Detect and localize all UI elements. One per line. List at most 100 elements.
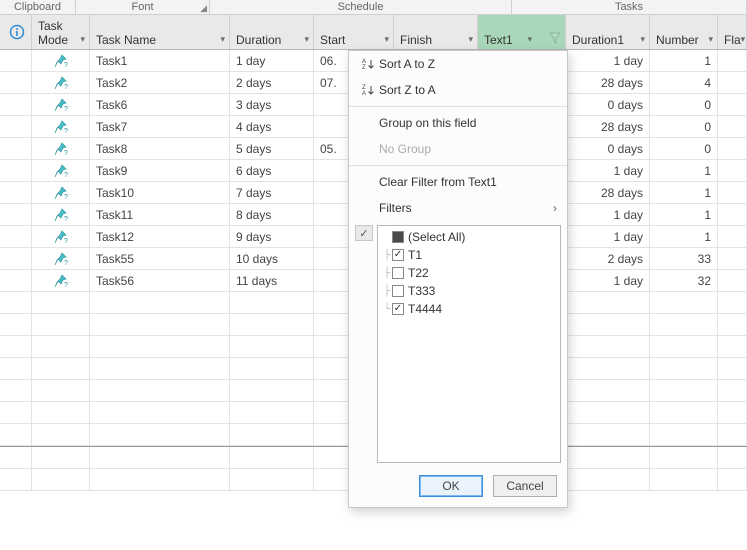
cell-fla[interactable]	[718, 270, 747, 291]
cell-duration[interactable]: 3 days	[230, 94, 314, 115]
dropdown-icon[interactable]: ▾	[468, 34, 473, 47]
column-header-duration1[interactable]: Duration1▾	[566, 15, 650, 49]
ok-button[interactable]: OK	[419, 475, 483, 497]
cell-fla[interactable]	[718, 182, 747, 203]
cell-fla[interactable]	[718, 402, 747, 423]
cell-fla[interactable]	[718, 50, 747, 71]
cell-duration[interactable]: 5 days	[230, 138, 314, 159]
filters-item[interactable]: Filters ›	[349, 195, 567, 221]
cell-fla[interactable]	[718, 380, 747, 401]
cell-mode[interactable]	[32, 469, 90, 490]
column-header-text1[interactable]: Text1▾	[478, 15, 566, 49]
cell-number[interactable]: 33	[650, 248, 718, 269]
column-header-fla[interactable]: Fla▾	[718, 15, 747, 49]
checkbox[interactable]: ✓	[392, 249, 404, 261]
cell-name[interactable]: Task12	[90, 226, 230, 247]
cell-info[interactable]	[0, 138, 32, 159]
cell-fla[interactable]	[718, 469, 747, 490]
cell-fla[interactable]	[718, 160, 747, 181]
column-header-start[interactable]: Start▾	[314, 15, 394, 49]
cell-mode[interactable]	[32, 358, 90, 379]
cell-fla[interactable]	[718, 314, 747, 335]
cell-mode[interactable]	[32, 447, 90, 468]
cell-mode[interactable]: ?	[32, 270, 90, 291]
cell-mode[interactable]	[32, 380, 90, 401]
cell-fla[interactable]	[718, 94, 747, 115]
cell-info[interactable]	[0, 72, 32, 93]
cell-mode[interactable]	[32, 292, 90, 313]
cell-info[interactable]	[0, 160, 32, 181]
cell-mode[interactable]	[32, 336, 90, 357]
cell-number[interactable]: 1	[650, 182, 718, 203]
dropdown-icon[interactable]: ▾	[741, 34, 746, 47]
cell-mode[interactable]: ?	[32, 182, 90, 203]
cell-info[interactable]	[0, 314, 32, 335]
cell-name[interactable]	[90, 424, 230, 445]
cell-fla[interactable]	[718, 72, 747, 93]
cell-name[interactable]: Task56	[90, 270, 230, 291]
cell-duration1[interactable]: 1 day	[566, 50, 650, 71]
filter-checklist[interactable]: (Select All)├✓T1├T22├T333└✓T4444	[377, 225, 561, 463]
cell-name[interactable]: Task7	[90, 116, 230, 137]
dropdown-icon[interactable]: ▾	[528, 34, 533, 47]
cell-duration1[interactable]: 1 day	[566, 270, 650, 291]
cell-info[interactable]	[0, 447, 32, 468]
dropdown-icon[interactable]: ▾	[384, 34, 389, 47]
checkbox[interactable]	[392, 231, 404, 243]
cell-number[interactable]: 1	[650, 50, 718, 71]
cell-info[interactable]	[0, 226, 32, 247]
cell-duration[interactable]	[230, 380, 314, 401]
column-header-name[interactable]: Task Name▾	[90, 15, 230, 49]
cell-name[interactable]	[90, 358, 230, 379]
group-on-item[interactable]: Group on this field	[349, 110, 567, 136]
cell-duration1[interactable]: 2 days	[566, 248, 650, 269]
cell-info[interactable]	[0, 336, 32, 357]
column-header-info[interactable]	[0, 15, 32, 49]
cell-info[interactable]	[0, 182, 32, 203]
cell-mode[interactable]	[32, 402, 90, 423]
cell-duration[interactable]	[230, 292, 314, 313]
cell-duration1[interactable]	[566, 314, 650, 335]
cell-mode[interactable]: ?	[32, 94, 90, 115]
cell-duration1[interactable]: 28 days	[566, 116, 650, 137]
cell-duration1[interactable]	[566, 358, 650, 379]
cell-fla[interactable]	[718, 248, 747, 269]
cell-duration1[interactable]: 1 day	[566, 204, 650, 225]
cell-duration1[interactable]: 1 day	[566, 160, 650, 181]
filter-value-item[interactable]: └✓T4444	[382, 300, 556, 318]
cell-number[interactable]	[650, 314, 718, 335]
cell-duration[interactable]	[230, 402, 314, 423]
sort-desc-item[interactable]: Z A Sort Z to A	[349, 77, 567, 103]
filter-value-item[interactable]: ├T333	[382, 282, 556, 300]
cell-number[interactable]: 4	[650, 72, 718, 93]
cell-duration[interactable]	[230, 447, 314, 468]
column-header-number[interactable]: Number▾	[650, 15, 718, 49]
cell-fla[interactable]	[718, 447, 747, 468]
cell-fla[interactable]	[718, 226, 747, 247]
cell-fla[interactable]	[718, 424, 747, 445]
cell-duration[interactable]: 6 days	[230, 160, 314, 181]
filter-value-item[interactable]: ├✓T1	[382, 246, 556, 264]
cell-info[interactable]	[0, 116, 32, 137]
column-header-finish[interactable]: Finish▾	[394, 15, 478, 49]
cell-duration1[interactable]	[566, 380, 650, 401]
cell-number[interactable]	[650, 424, 718, 445]
cell-mode[interactable]: ?	[32, 204, 90, 225]
cell-name[interactable]	[90, 336, 230, 357]
cell-duration1[interactable]	[566, 469, 650, 490]
clear-filter-item[interactable]: Clear Filter from Text1	[349, 169, 567, 195]
cell-number[interactable]: 0	[650, 94, 718, 115]
column-header-duration[interactable]: Duration▾	[230, 15, 314, 49]
cell-number[interactable]	[650, 402, 718, 423]
cell-mode[interactable]: ?	[32, 248, 90, 269]
cell-duration1[interactable]: 0 days	[566, 138, 650, 159]
dropdown-icon[interactable]: ▾	[220, 34, 225, 47]
cell-number[interactable]	[650, 336, 718, 357]
cell-duration[interactable]	[230, 336, 314, 357]
cell-duration[interactable]: 10 days	[230, 248, 314, 269]
cell-duration[interactable]	[230, 314, 314, 335]
cell-duration1[interactable]: 28 days	[566, 182, 650, 203]
cell-duration[interactable]: 7 days	[230, 182, 314, 203]
cell-duration[interactable]: 11 days	[230, 270, 314, 291]
cell-name[interactable]	[90, 292, 230, 313]
